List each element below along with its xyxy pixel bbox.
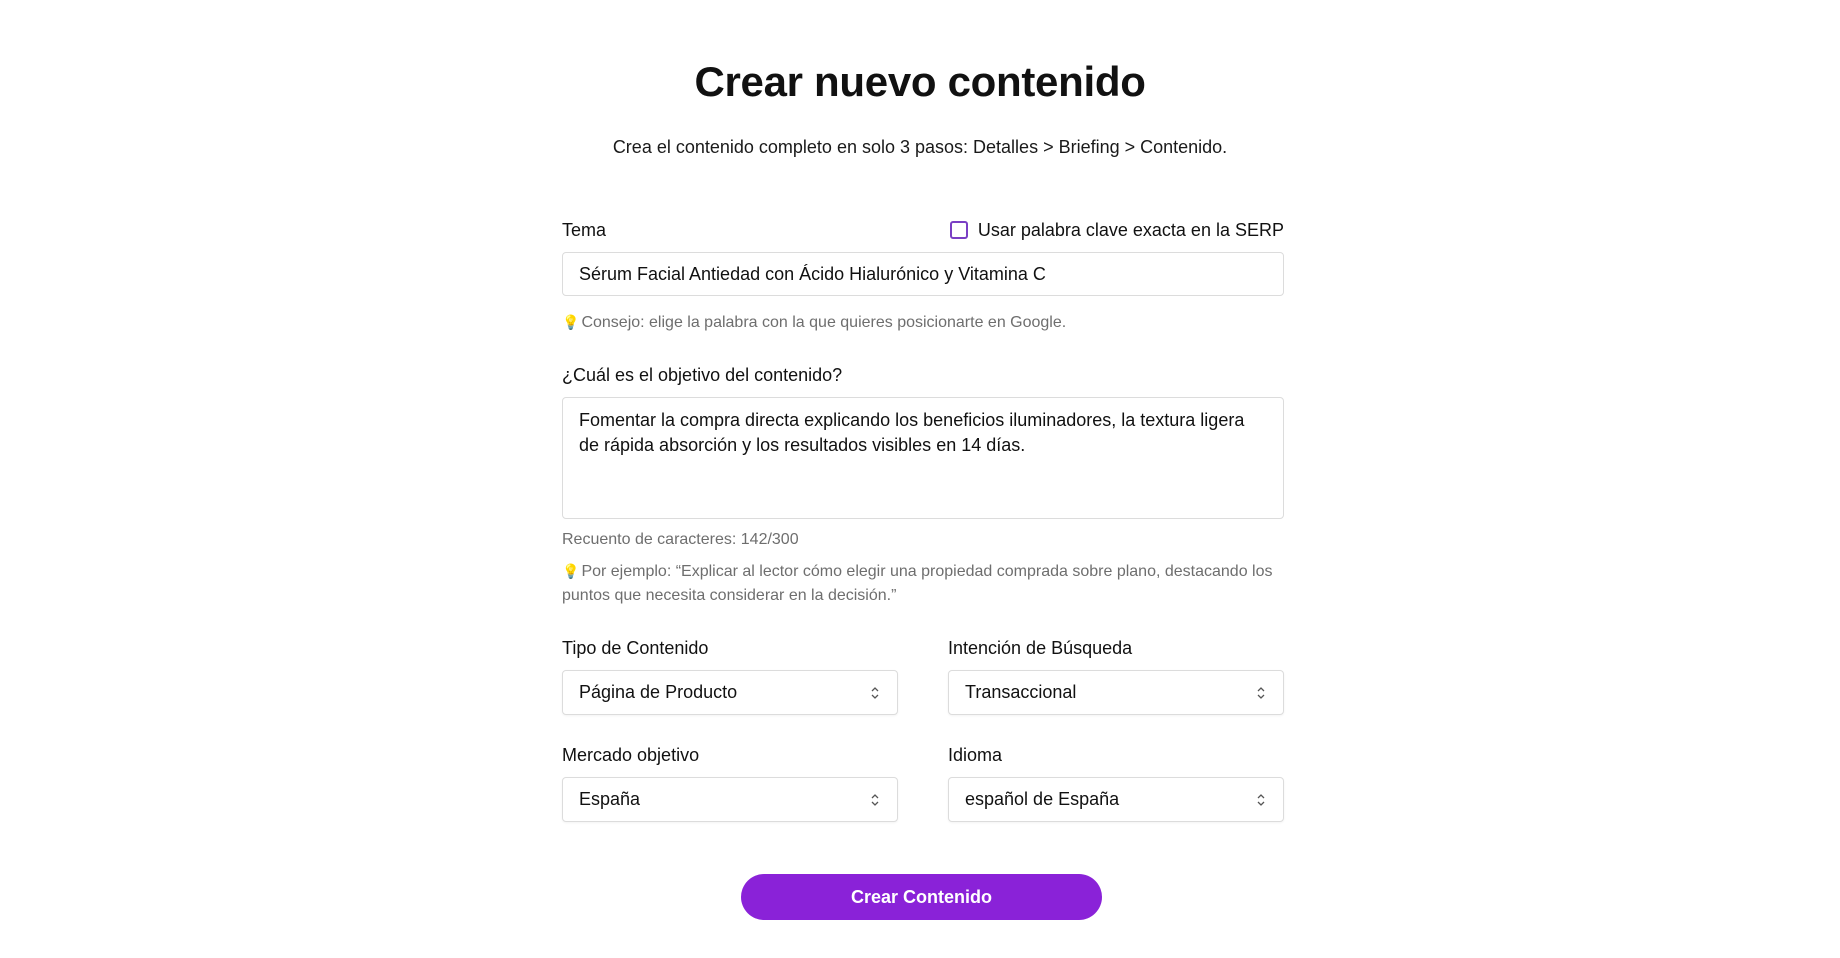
- topic-tip: 💡 Consejo: elige la palabra con la que qu…: [562, 310, 1284, 335]
- content-type-field: Tipo de Contenido Página de Producto: [562, 634, 898, 715]
- content-type-select[interactable]: Página de Producto: [562, 670, 898, 715]
- search-intent-value: Transaccional: [965, 682, 1077, 702]
- search-intent-label: Intención de Búsqueda: [948, 637, 1133, 658]
- market-field: Mercado objetivo España: [562, 741, 898, 822]
- market-label-row: Mercado objetivo: [562, 741, 898, 769]
- language-field: Idioma español de España: [948, 741, 1284, 822]
- topic-label-row: Tema Usar palabra clave exacta en la SER…: [562, 216, 1284, 244]
- page-title: Crear nuevo contenido: [694, 58, 1146, 105]
- objective-char-count: Recuento de caracteres: 142/300: [562, 531, 799, 548]
- content-form: Tema Usar palabra clave exacta en la SER…: [562, 216, 1284, 822]
- topic-input[interactable]: Sérum Facial Antiedad con Ácido Hialurón…: [562, 252, 1284, 296]
- content-type-label-row: Tipo de Contenido: [562, 634, 898, 662]
- market-value: España: [579, 789, 641, 809]
- content-type-label: Tipo de Contenido: [562, 637, 709, 658]
- market-select[interactable]: España: [562, 777, 898, 822]
- language-label-row: Idioma: [948, 741, 1284, 769]
- market-language-row: Mercado objetivo España Idioma español d…: [562, 741, 1284, 822]
- language-value: español de España: [965, 789, 1120, 809]
- create-content-button[interactable]: Crear Contenido: [741, 874, 1102, 920]
- chevron-up-down-icon: [871, 793, 879, 806]
- content-type-value: Página de Producto: [579, 682, 738, 702]
- search-intent-field: Intención de Búsqueda Transaccional: [948, 634, 1284, 715]
- exact-keyword-label[interactable]: Usar palabra clave exacta en la SERP: [978, 220, 1284, 241]
- page-subtitle: Crea el contenido completo en solo 3 pas…: [612, 137, 1228, 157]
- objective-textarea[interactable]: Fomentar la compra directa explicando lo…: [562, 397, 1284, 519]
- objective-label-row: ¿Cuál es el objetivo del contenido?: [562, 361, 1284, 389]
- objective-example: 💡 Por ejemplo: “Explicar al lector cómo e…: [562, 559, 1284, 608]
- chevron-up-down-icon: [871, 686, 879, 699]
- objective-example-text: Por ejemplo: “Explicar al lector cómo el…: [562, 563, 1273, 604]
- page: Crear nuevo contenido Crea el contenido …: [0, 0, 1840, 958]
- language-select[interactable]: español de España: [948, 777, 1284, 822]
- language-label: Idioma: [948, 744, 1003, 765]
- exact-keyword-checkbox[interactable]: [949, 221, 968, 239]
- chevron-up-down-icon: [1257, 686, 1265, 699]
- type-intent-row: Tipo de Contenido Página de Producto Int…: [562, 634, 1284, 715]
- topic-tip-text: Consejo: elige la palabra con la que qui…: [581, 314, 1067, 331]
- exact-keyword-toggle[interactable]: Usar palabra clave exacta en la SERP: [949, 220, 1284, 241]
- topic-label: Tema: [562, 219, 607, 240]
- chevron-up-down-icon: [1257, 793, 1265, 806]
- market-label: Mercado objetivo: [562, 744, 700, 765]
- objective-label: ¿Cuál es el objetivo del contenido?: [562, 364, 843, 385]
- lightbulb-icon: 💡: [562, 563, 580, 579]
- search-intent-select[interactable]: Transaccional: [948, 670, 1284, 715]
- search-intent-label-row: Intención de Búsqueda: [948, 634, 1284, 662]
- lightbulb-icon: 💡: [562, 314, 580, 330]
